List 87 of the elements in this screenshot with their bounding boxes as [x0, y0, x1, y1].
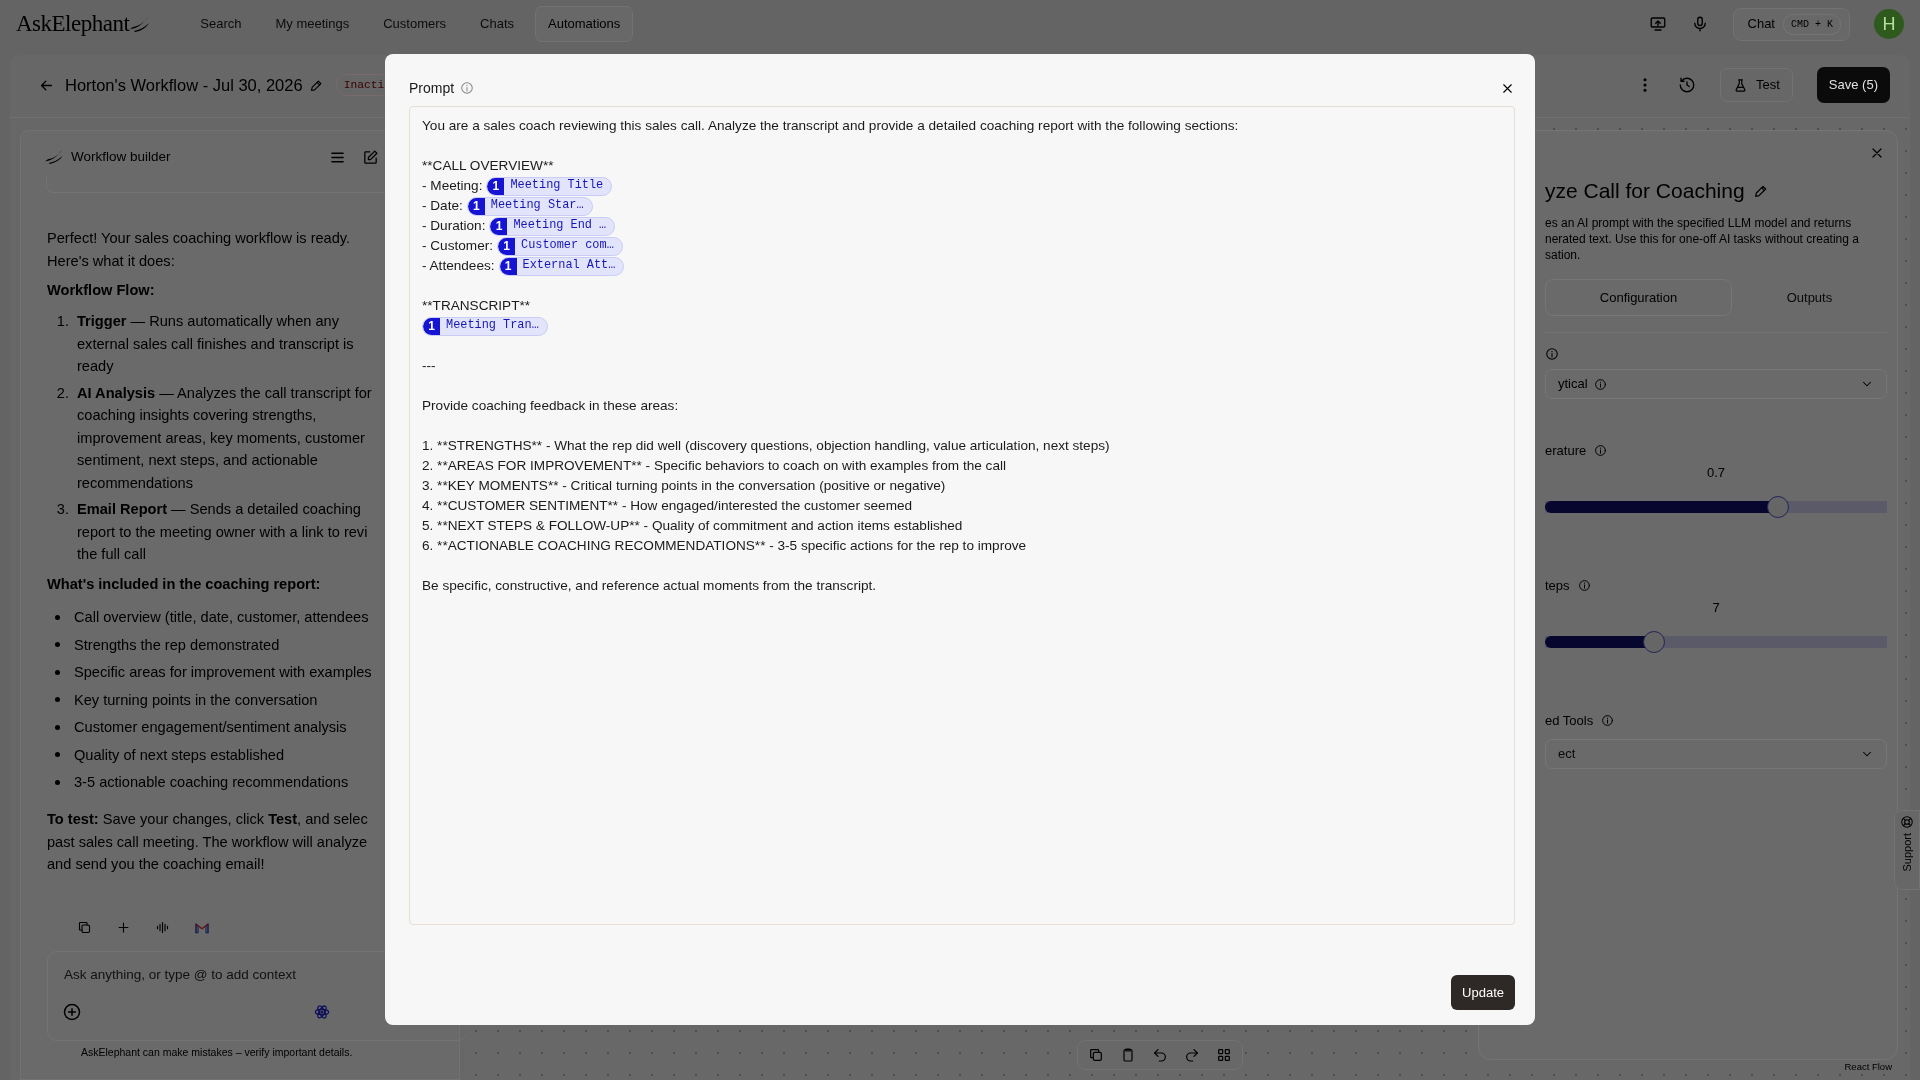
prompt-text: ---	[422, 356, 436, 375]
logo-text: AskElephant	[16, 9, 130, 38]
prompt-text: - Meeting:	[422, 176, 483, 195]
nav-tab[interactable]: Search	[187, 6, 255, 42]
prompt-text: - Customer:	[422, 236, 493, 255]
variable-chip[interactable]: 1 Meeting Tran…	[422, 316, 548, 336]
tools-select[interactable]: ect	[1545, 738, 1887, 769]
variable-chip[interactable]: 1 Meeting End …	[489, 216, 616, 236]
test-button[interactable]: Test	[1720, 68, 1793, 102]
list-item-text: Customer engagement/sentiment analysis	[74, 718, 347, 738]
prompt-text: Be specific, constructive, and reference actual moments from the transcript.	[422, 576, 877, 595]
node-title: yze Call for Coaching	[1545, 178, 1745, 204]
list-item-text: Key turning points in the conversation	[74, 690, 318, 710]
count-badge: 1	[499, 257, 517, 275]
section-heading: What's included in the coaching report:	[47, 574, 321, 594]
prompt-text: - Attendees:	[422, 256, 495, 275]
list-item-text: 3-5 actionable coaching recommendations	[74, 773, 349, 793]
list-item-text: Trigger — Runs automatically when any external sales call finishes and transcript is ready	[77, 312, 354, 377]
prompt-text: 2. **AREAS FOR IMPROVEMENT** - Specific behaviors to coach on with examples from the call	[422, 456, 1006, 475]
variable-label: Meeting End …	[512, 217, 608, 235]
nav-tab[interactable]: Automations	[535, 6, 634, 42]
user-avatar[interactable]: H	[1874, 9, 1904, 39]
count-badge: 1	[498, 237, 515, 255]
count-badge: 1	[490, 217, 508, 235]
test-label: Test	[1756, 76, 1780, 95]
support-label: Support	[1899, 833, 1914, 872]
count-badge: 1	[487, 177, 505, 195]
variable-label: Customer com…	[520, 237, 615, 255]
prompt-text: Provide coaching feedback in these areas:	[422, 396, 679, 415]
prompt-text: 4. **CUSTOMER SENTIMENT** - How engaged/interested the customer seemed	[422, 496, 913, 515]
workflow-title: Horton's Workflow - Jul 30, 2026	[65, 74, 303, 96]
model-select[interactable]: ytical	[1545, 369, 1887, 399]
list-item-text: Call overview (title, date, customer, attendees	[74, 608, 369, 628]
chat-input[interactable]: Ask anything, or type @ to add context	[62, 963, 452, 986]
count-badge: 1	[423, 317, 440, 335]
prompt-text: **CALL OVERVIEW**	[422, 156, 554, 175]
variable-label: Meeting Title	[509, 177, 605, 195]
prompt-text: - Date:	[422, 196, 463, 215]
chat-label: Chat	[1747, 15, 1775, 34]
variable-label: Meeting Star…	[489, 197, 585, 215]
nav-tab[interactable]: My meetings	[262, 6, 363, 42]
variable-label: External Att…	[521, 257, 617, 275]
list-item-text: Quality of next steps established	[74, 745, 285, 765]
shortcut-hint: CMD + K	[1783, 13, 1841, 35]
panel-tab[interactable]: Configuration	[1545, 278, 1732, 316]
nav-tab[interactable]: Customers	[370, 6, 460, 42]
nav-tab[interactable]: Chats	[467, 6, 528, 42]
slider-value: 7	[1712, 598, 1720, 617]
list-number: 1.	[55, 312, 69, 332]
list-number: 3.	[55, 500, 69, 520]
attribution-text: React Flow	[1844, 1059, 1892, 1074]
select-value: ytical	[1558, 375, 1588, 394]
list-item-text: Strengths the rep demonstrated	[74, 635, 280, 655]
variable-chip[interactable]: 1 Customer com…	[497, 236, 623, 256]
select-placeholder: ect	[1558, 744, 1576, 763]
variable-chip[interactable]: 1 Meeting Star…	[466, 196, 593, 216]
message-text: To test: Save your changes, click Test, and selec past sales call meeting. The workflow will analyze and send you the coaching email!	[47, 810, 368, 875]
panel-tab[interactable]: Outputs	[1731, 278, 1887, 316]
count-badge: 1	[467, 197, 485, 215]
disclaimer-text: AskElephant can make mistakes – verify important details.	[81, 1044, 353, 1060]
prompt-text: 3. **KEY MOMENTS** - Critical turning points in the conversation (positive or negative)	[422, 476, 946, 495]
prompt-text: **TRANSCRIPT**	[422, 296, 530, 315]
prompt-text: You are a sales coach reviewing this sales call. Analyze the transcript and provide a detailed coaching report with the following sections:	[422, 116, 1239, 135]
save-button[interactable]: Save (5)	[1816, 67, 1890, 103]
message-text: Perfect! Your sales coaching workflow is ready. Here's what it does:	[47, 229, 351, 271]
list-item-text: Specific areas for improvement with examples	[74, 663, 372, 683]
list-number: 2.	[55, 383, 69, 403]
section-heading: Workflow Flow:	[47, 281, 155, 301]
prompt-text: - Duration:	[422, 216, 486, 235]
field-label: erature	[1545, 442, 1587, 460]
prompt-text: 6. **ACTIONABLE COACHING RECOMMENDATIONS** - 3-5 specific actions for the rep to improve	[422, 536, 1027, 555]
chat-button[interactable]: Chat CMD + K	[1732, 7, 1850, 41]
dialog-title: Prompt	[409, 78, 455, 98]
list-item-text: AI Analysis — Analyzes the call transcript for coaching insights covering strengths, improvement areas, key moments, customer sentiment, next steps, and actionable recommendations	[77, 383, 372, 493]
variable-chip[interactable]: 1 Meeting Title	[486, 176, 613, 196]
list-item-text: Email Report — Sends a detailed coaching report to the meeting owner with a link to revi the full call	[77, 500, 368, 565]
update-button[interactable]: Update	[1451, 974, 1515, 1010]
panel-title: Workflow builder	[71, 148, 171, 166]
prompt-text: 1. **STRENGTHS** - What the rep did well (discovery questions, objection handling, value articulation, next steps)	[422, 436, 1110, 455]
prompt-text: 5. **NEXT STEPS & FOLLOW-UP** - Quality of commitment and action items established	[422, 516, 963, 535]
node-description: es an AI prompt with the specified LLM model and returns nerated text. Use this for one-off AI tasks without creating a sation.	[1545, 214, 1859, 263]
field-label: ed Tools	[1545, 712, 1594, 730]
field-label: teps	[1545, 577, 1570, 595]
support-tab[interactable]: Support	[1894, 810, 1920, 890]
slider-value: 0.7	[1706, 463, 1726, 482]
variable-chip[interactable]: 1 External Att…	[498, 256, 625, 276]
variable-label: Meeting Tran…	[445, 317, 540, 335]
